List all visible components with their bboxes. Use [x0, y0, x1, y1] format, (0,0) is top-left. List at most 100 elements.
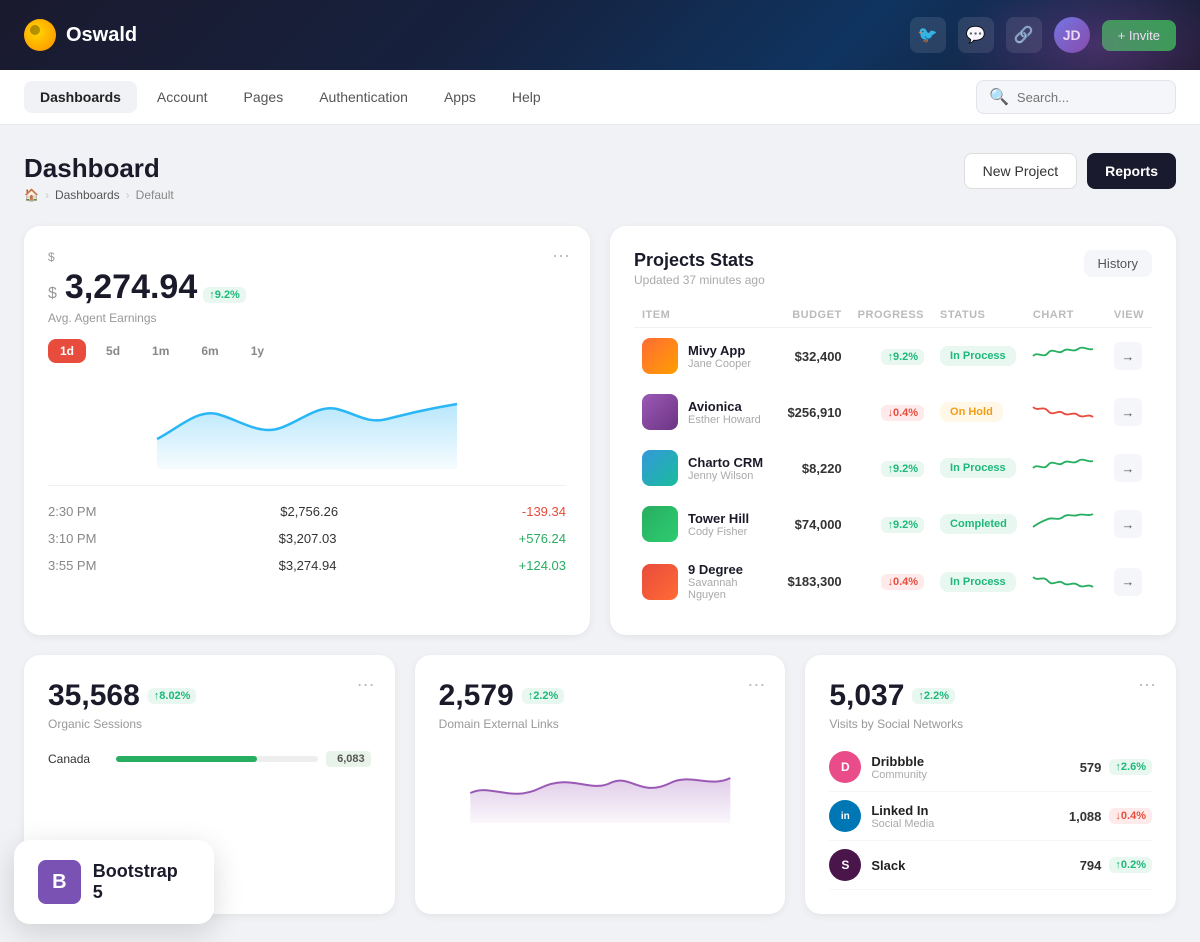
page-header: Dashboard 🏠 › Dashboards › Default New P…: [24, 153, 1176, 202]
view-btn-1[interactable]: →: [1114, 398, 1142, 426]
earnings-table: 2:30 PM $2,756.26 -139.34 3:10 PM $3,207…: [48, 485, 566, 579]
proj-owner-4: Savannah Nguyen: [688, 577, 771, 601]
search-icon: 🔍: [989, 87, 1009, 107]
domain-links-card: ⋯ 2,579 ↑2.2% Domain External Links: [415, 655, 786, 914]
app-name: Oswald: [66, 24, 137, 47]
earnings-card: ⋯ $ $ 3,274.94 ↑9.2% Avg. Agent Earnings…: [24, 226, 590, 635]
country-val-canada: 6,083: [326, 751, 371, 767]
proj-budget-1: $256,910: [779, 384, 849, 440]
proj-view-2[interactable]: →: [1106, 440, 1152, 496]
proj-view-4[interactable]: →: [1106, 552, 1152, 611]
proj-budget-4: $183,300: [779, 552, 849, 611]
breadcrumb: 🏠 › Dashboards › Default: [24, 188, 174, 202]
view-btn-2[interactable]: →: [1114, 454, 1142, 482]
domain-chart: [439, 743, 762, 823]
proj-chart-3: [1025, 496, 1106, 552]
reports-button[interactable]: Reports: [1087, 153, 1176, 189]
proj-name-2: Charto CRM: [688, 455, 763, 470]
tab-help[interactable]: Help: [496, 81, 557, 113]
projects-card: Projects Stats Updated 37 minutes ago Hi…: [610, 226, 1176, 635]
tab-authentication[interactable]: Authentication: [303, 81, 424, 113]
projects-title: Projects Stats: [634, 250, 765, 271]
currency-symbol: $: [48, 250, 55, 264]
linkedin-letter: in: [841, 811, 850, 822]
search-area[interactable]: 🔍: [976, 80, 1176, 114]
page-actions: New Project Reports: [964, 153, 1176, 189]
bootstrap-overlay: B Bootstrap 5: [14, 840, 214, 924]
time-2: 3:10 PM: [48, 531, 96, 546]
proj-icon-4: [642, 564, 678, 600]
view-btn-0[interactable]: →: [1114, 342, 1142, 370]
proj-progress-0: ↑9.2%: [850, 328, 932, 385]
bootstrap-label: Bootstrap 5: [93, 861, 190, 903]
slack-name: Slack: [871, 858, 905, 873]
bird-icon[interactable]: 🐦: [910, 17, 946, 53]
linkedin-name: Linked In: [871, 803, 934, 818]
dribbble-letter: D: [841, 760, 850, 774]
proj-progress-4: ↓0.4%: [850, 552, 932, 611]
proj-icon-2: [642, 450, 678, 486]
organic-sessions-card: B Bootstrap 5 ⋯ 35,568 ↑8.02% Organic Se…: [24, 655, 395, 914]
search-input[interactable]: [1017, 90, 1163, 105]
filter-1y[interactable]: 1y: [239, 339, 276, 363]
proj-owner-3: Cody Fisher: [688, 526, 749, 538]
filter-1m[interactable]: 1m: [140, 339, 181, 363]
new-project-button[interactable]: New Project: [964, 153, 1077, 189]
tab-pages[interactable]: Pages: [228, 81, 300, 113]
avatar[interactable]: JD: [1054, 17, 1090, 53]
message-icon[interactable]: 💬: [958, 17, 994, 53]
invite-button[interactable]: + Invite: [1102, 20, 1176, 51]
nav-right: 🐦 💬 🔗 JD + Invite: [910, 17, 1176, 53]
proj-view-1[interactable]: →: [1106, 384, 1152, 440]
proj-name-1: Avionica: [688, 399, 761, 414]
more-button[interactable]: ⋯: [552, 246, 570, 267]
col-budget: BUDGET: [779, 303, 849, 328]
domain-more-button[interactable]: ⋯: [747, 675, 765, 696]
time-3: 3:55 PM: [48, 558, 96, 573]
change-3: +124.03: [519, 558, 566, 573]
history-button[interactable]: History: [1084, 250, 1152, 277]
dribbble-count: 579: [1080, 760, 1102, 775]
value-3: $3,274.94: [279, 558, 337, 573]
earnings-label-text: Avg. Agent Earnings: [48, 311, 566, 325]
change-2: +576.24: [519, 531, 566, 546]
proj-view-3[interactable]: →: [1106, 496, 1152, 552]
projects-table-header: ITEM BUDGET PROGRESS STATUS CHART VIEW: [634, 303, 1152, 328]
earnings-row-3: 3:55 PM $3,274.94 +124.03: [48, 552, 566, 579]
page-title: Dashboard: [24, 153, 174, 184]
earnings-row-1: 2:30 PM $2,756.26 -139.34: [48, 498, 566, 525]
proj-name-4: 9 Degree: [688, 562, 771, 577]
social-label: Visits by Social Networks: [829, 717, 1152, 731]
time-filter: 1d 5d 1m 6m 1y: [48, 339, 566, 363]
proj-name-3: Tower Hill: [688, 511, 749, 526]
projects-title-area: Projects Stats Updated 37 minutes ago: [634, 250, 765, 287]
proj-progress-2: ↑9.2%: [850, 440, 932, 496]
tab-dashboards[interactable]: Dashboards: [24, 81, 137, 113]
home-icon: 🏠: [24, 188, 39, 202]
projects-subtitle: Updated 37 minutes ago: [634, 273, 765, 287]
main-grid: ⋯ $ $ 3,274.94 ↑9.2% Avg. Agent Earnings…: [24, 226, 1176, 635]
change-1: -139.34: [522, 504, 566, 519]
proj-progress-3: ↑9.2%: [850, 496, 932, 552]
breadcrumb-dashboards[interactable]: Dashboards: [55, 188, 120, 202]
bottom-grid: B Bootstrap 5 ⋯ 35,568 ↑8.02% Organic Se…: [24, 655, 1176, 914]
earnings-badge: ↑9.2%: [203, 287, 246, 303]
tab-apps[interactable]: Apps: [428, 81, 492, 113]
linkedin-icon: in: [829, 800, 861, 832]
proj-icon-3: [642, 506, 678, 542]
dribbble-type: Community: [871, 769, 927, 781]
projects-table: ITEM BUDGET PROGRESS STATUS CHART VIEW M…: [634, 303, 1152, 611]
view-btn-4[interactable]: →: [1114, 568, 1142, 596]
proj-view-0[interactable]: →: [1106, 328, 1152, 385]
share-icon[interactable]: 🔗: [1006, 17, 1042, 53]
filter-6m[interactable]: 6m: [189, 339, 230, 363]
filter-5d[interactable]: 5d: [94, 339, 132, 363]
tab-account[interactable]: Account: [141, 81, 224, 113]
proj-chart-4: [1025, 552, 1106, 611]
social-more-button[interactable]: ⋯: [1138, 675, 1156, 696]
proj-status-4: In Process: [932, 552, 1025, 611]
filter-1d[interactable]: 1d: [48, 339, 86, 363]
organic-more-button[interactable]: ⋯: [357, 675, 375, 696]
proj-owner-0: Jane Cooper: [688, 358, 751, 370]
view-btn-3[interactable]: →: [1114, 510, 1142, 538]
